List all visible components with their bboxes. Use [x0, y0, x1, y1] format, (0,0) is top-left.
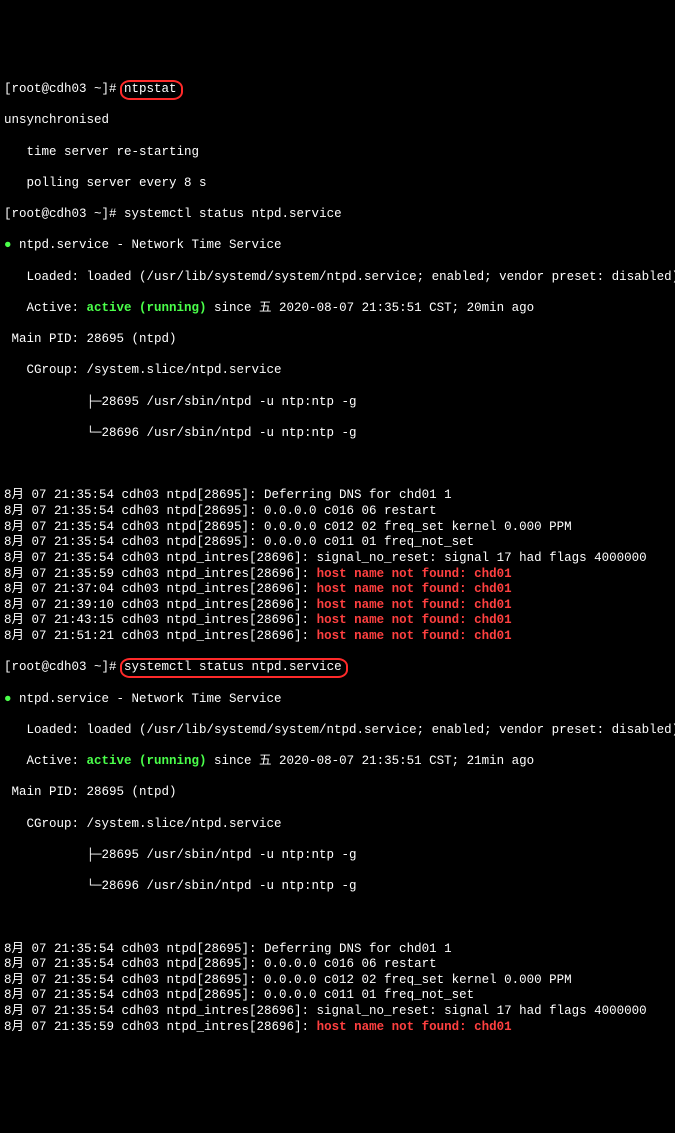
cgroup-line: CGroup: /system.slice/ntpd.service [4, 817, 671, 833]
cgroup-tree-line: └─28696 /usr/sbin/ntpd -u ntp:ntp -g [4, 426, 671, 442]
log-error: host name not found: chd01 [317, 629, 512, 643]
service-title-line: ● ntpd.service - Network Time Service [4, 238, 671, 254]
log-line: 8月 07 21:35:54 cdh03 ntpd[28695]: 0.0.0.… [4, 957, 671, 973]
output-line: time server re-starting [4, 145, 671, 161]
log-prefix: 8月 07 21:35:59 cdh03 ntpd_intres[28696]: [4, 567, 317, 581]
active-label: Active: [4, 301, 87, 315]
output-line: polling server every 8 s [4, 176, 671, 192]
log-block-2: 8月 07 21:35:54 cdh03 ntpd[28695]: Deferr… [4, 942, 671, 1036]
status-dot-icon: ● [4, 238, 19, 252]
loaded-line: Loaded: loaded (/usr/lib/systemd/system/… [4, 270, 671, 286]
log-line: 8月 07 21:39:10 cdh03 ntpd_intres[28696]:… [4, 598, 671, 614]
output-line: unsynchronised [4, 113, 671, 129]
log-error: host name not found: chd01 [317, 582, 512, 596]
log-line: 8月 07 21:43:15 cdh03 ntpd_intres[28696]:… [4, 613, 671, 629]
prompt-line-2[interactable]: [root@cdh03 ~]# systemctl status ntpd.se… [4, 207, 671, 223]
log-error: host name not found: chd01 [317, 613, 512, 627]
log-line: 8月 07 21:35:54 cdh03 ntpd[28695]: 0.0.0.… [4, 535, 671, 551]
prompt-line-1[interactable]: [root@cdh03 ~]# ntpstat [4, 82, 671, 98]
service-title: ntpd.service - Network Time Service [19, 238, 282, 252]
log-error: host name not found: chd01 [317, 567, 512, 581]
cgroup-tree-line: ├─28695 /usr/sbin/ntpd -u ntp:ntp -g [4, 848, 671, 864]
blank-line [4, 910, 671, 926]
mainpid-line: Main PID: 28695 (ntpd) [4, 332, 671, 348]
blank-line [4, 457, 671, 473]
active-line: Active: active (running) since 五 2020-08… [4, 754, 671, 770]
command-text: systemctl status ntpd.service [124, 660, 342, 674]
loaded-line: Loaded: loaded (/usr/lib/systemd/system/… [4, 723, 671, 739]
status-dot-icon: ● [4, 692, 19, 706]
prompt-text: [root@cdh03 ~]# [4, 82, 124, 96]
highlight-ntpstat: ntpstat [124, 82, 177, 98]
terminal-output: [root@cdh03 ~]# ntpstat unsynchronised t… [4, 67, 671, 1051]
log-line: 8月 07 21:37:04 cdh03 ntpd_intres[28696]:… [4, 582, 671, 598]
log-line: 8月 07 21:51:21 cdh03 ntpd_intres[28696]:… [4, 629, 671, 645]
service-title-line: ● ntpd.service - Network Time Service [4, 692, 671, 708]
log-line: 8月 07 21:35:54 cdh03 ntpd[28695]: 0.0.0.… [4, 988, 671, 1004]
log-line: 8月 07 21:35:59 cdh03 ntpd_intres[28696]:… [4, 567, 671, 583]
log-prefix: 8月 07 21:39:10 cdh03 ntpd_intres[28696]: [4, 598, 317, 612]
active-suffix: since 五 2020-08-07 21:35:51 CST; 20min a… [207, 301, 535, 315]
log-line: 8月 07 21:35:54 cdh03 ntpd[28695]: 0.0.0.… [4, 973, 671, 989]
log-line: 8月 07 21:35:54 cdh03 ntpd_intres[28696]:… [4, 1004, 671, 1020]
active-line: Active: active (running) since 五 2020-08… [4, 301, 671, 317]
log-line: 8月 07 21:35:54 cdh03 ntpd[28695]: 0.0.0.… [4, 520, 671, 536]
log-error: host name not found: chd01 [317, 1020, 512, 1034]
active-suffix: since 五 2020-08-07 21:35:51 CST; 21min a… [207, 754, 535, 768]
log-prefix: 8月 07 21:37:04 cdh03 ntpd_intres[28696]: [4, 582, 317, 596]
active-state: active (running) [87, 754, 207, 768]
log-error: host name not found: chd01 [317, 598, 512, 612]
log-line: 8月 07 21:35:54 cdh03 ntpd[28695]: 0.0.0.… [4, 504, 671, 520]
service-title: ntpd.service - Network Time Service [19, 692, 282, 706]
prompt-line-3[interactable]: [root@cdh03 ~]# systemctl status ntpd.se… [4, 660, 671, 676]
log-prefix: 8月 07 21:51:21 cdh03 ntpd_intres[28696]: [4, 629, 317, 643]
active-state: active (running) [87, 301, 207, 315]
highlight-systemctl: systemctl status ntpd.service [124, 660, 342, 676]
prompt-text: [root@cdh03 ~]# [4, 660, 124, 674]
log-prefix: 8月 07 21:35:59 cdh03 ntpd_intres[28696]: [4, 1020, 317, 1034]
cgroup-tree-line: ├─28695 /usr/sbin/ntpd -u ntp:ntp -g [4, 395, 671, 411]
log-line: 8月 07 21:35:54 cdh03 ntpd[28695]: Deferr… [4, 488, 671, 504]
command-text: ntpstat [124, 82, 177, 96]
mainpid-line: Main PID: 28695 (ntpd) [4, 785, 671, 801]
prompt-text: [root@cdh03 ~]# [4, 207, 124, 221]
cgroup-line: CGroup: /system.slice/ntpd.service [4, 363, 671, 379]
log-block-1: 8月 07 21:35:54 cdh03 ntpd[28695]: Deferr… [4, 488, 671, 644]
log-prefix: 8月 07 21:43:15 cdh03 ntpd_intres[28696]: [4, 613, 317, 627]
command-text: systemctl status ntpd.service [124, 207, 342, 221]
log-line: 8月 07 21:35:59 cdh03 ntpd_intres[28696]:… [4, 1020, 671, 1036]
active-label: Active: [4, 754, 87, 768]
cgroup-tree-line: └─28696 /usr/sbin/ntpd -u ntp:ntp -g [4, 879, 671, 895]
log-line: 8月 07 21:35:54 cdh03 ntpd_intres[28696]:… [4, 551, 671, 567]
log-line: 8月 07 21:35:54 cdh03 ntpd[28695]: Deferr… [4, 942, 671, 958]
